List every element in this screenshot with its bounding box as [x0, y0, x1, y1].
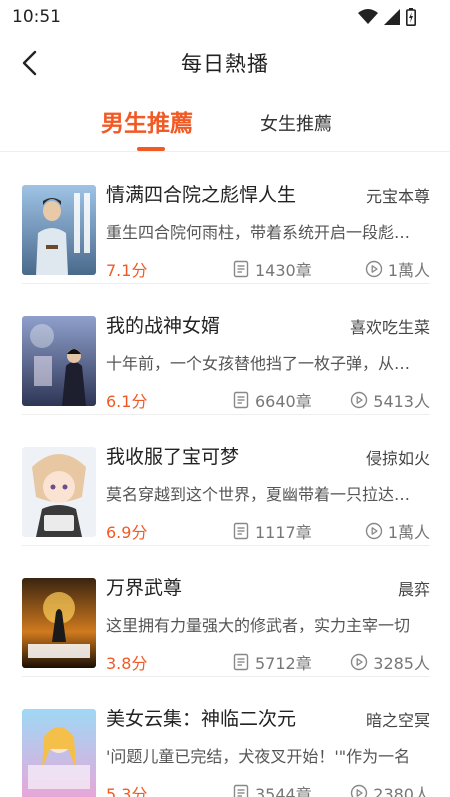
book-list[interactable]: 情满四合院之彪悍人生 元宝本尊 重生四合院何雨柱，带着系统开启一段彪悍人生 7.…	[0, 153, 450, 797]
book-chapters: 3544章	[232, 781, 312, 797]
chapter-count: 3544章	[255, 785, 312, 797]
book-cover[interactable]	[22, 316, 96, 406]
book-cover[interactable]	[22, 185, 96, 275]
signal-icon	[384, 9, 400, 25]
book-score: 3.8分	[106, 654, 148, 673]
book-item[interactable]: 情满四合院之彪悍人生 元宝本尊 重生四合院何雨柱，带着系统开启一段彪悍人生 7.…	[22, 153, 430, 284]
battery-icon	[406, 8, 416, 26]
book-description: 莫名穿越到这个世界，夏幽带着一只拉达开始	[106, 485, 416, 504]
book-description: 十年前，一个女孩替他挡了一枚子弹，从此他	[106, 354, 416, 373]
book-author: 元宝本尊	[365, 187, 430, 206]
document-icon	[233, 260, 249, 278]
reader-count: 2380人	[373, 785, 430, 797]
header: 每日熱播	[0, 34, 450, 92]
wifi-icon	[358, 9, 378, 24]
page-title: 每日熱播	[181, 52, 269, 76]
play-circle-icon	[365, 522, 383, 540]
play-circle-icon	[351, 653, 368, 671]
book-readers: 2380人	[350, 781, 430, 797]
reader-count: 1萬人	[387, 261, 430, 280]
book-author: 侵掠如火	[365, 449, 430, 468]
status-bar: 10:51	[0, 0, 450, 34]
tab-bar: 男生推薦 女生推薦	[0, 92, 450, 152]
book-description: 重生四合院何雨柱，带着系统开启一段彪悍人生	[106, 223, 416, 242]
play-circle-icon	[351, 784, 368, 797]
book-item[interactable]: 万界武尊 晨弈 这里拥有力量强大的修武者，实力主宰一切 3.8分 5712章 3…	[22, 546, 430, 677]
book-cover[interactable]	[22, 578, 96, 668]
book-chapters: 1117章	[232, 519, 312, 543]
book-readers: 3285人	[350, 650, 430, 674]
status-time: 10:51	[12, 7, 61, 27]
document-icon	[233, 522, 249, 540]
reader-count: 5413人	[373, 392, 430, 411]
book-cover[interactable]	[22, 709, 96, 797]
book-item[interactable]: 美女云集：神临二次元 暗之空冥 '问题儿童已完结，犬夜叉开始！'"作为一名 5.…	[22, 677, 430, 797]
book-chapters: 5712章	[232, 650, 312, 674]
book-author: 暗之空冥	[365, 711, 430, 730]
book-title: 我的战神女婿	[106, 315, 221, 337]
chapter-count: 1430章	[255, 261, 312, 280]
reader-count: 1萬人	[387, 523, 430, 542]
book-readers: 5413人	[350, 388, 430, 412]
book-title: 美女云集：神临二次元	[106, 708, 297, 730]
book-description: '问题儿童已完结，犬夜叉开始！'"作为一名	[106, 747, 411, 766]
document-icon	[233, 653, 249, 671]
reader-count: 3285人	[373, 654, 430, 673]
document-icon	[233, 391, 249, 409]
document-icon	[233, 784, 249, 797]
book-score: 6.1分	[106, 392, 148, 411]
chapter-count: 1117章	[255, 523, 312, 542]
book-author: 晨弈	[397, 580, 430, 599]
book-score: 5.3分	[106, 785, 148, 797]
chapter-count: 6640章	[255, 392, 312, 411]
tab-female-recommend[interactable]: 女生推薦	[260, 110, 332, 136]
book-score: 6.9分	[106, 523, 148, 542]
book-readers: 1萬人	[365, 519, 430, 543]
book-description: 这里拥有力量强大的修武者，实力主宰一切	[106, 616, 411, 635]
book-item[interactable]: 我的战神女婿 喜欢吃生菜 十年前，一个女孩替他挡了一枚子弹，从此他 6.1分 6…	[22, 284, 430, 415]
book-title: 万界武尊	[106, 577, 183, 599]
active-tab-indicator	[137, 147, 165, 151]
book-author: 喜欢吃生菜	[349, 318, 430, 337]
play-circle-icon	[365, 260, 383, 278]
book-chapters: 1430章	[232, 257, 312, 281]
play-circle-icon	[351, 391, 368, 409]
book-score: 7.1分	[106, 261, 148, 280]
tab-male-recommend[interactable]: 男生推薦	[101, 104, 193, 138]
book-title: 情满四合院之彪悍人生	[106, 184, 297, 206]
book-readers: 1萬人	[365, 257, 430, 281]
book-title: 我收服了宝可梦	[106, 446, 240, 468]
chapter-count: 5712章	[255, 654, 312, 673]
book-item[interactable]: 我收服了宝可梦 侵掠如火 莫名穿越到这个世界，夏幽带着一只拉达开始 6.9分 1…	[22, 415, 430, 546]
status-icons	[358, 8, 416, 26]
book-cover[interactable]	[22, 447, 96, 537]
book-chapters: 6640章	[232, 388, 312, 412]
